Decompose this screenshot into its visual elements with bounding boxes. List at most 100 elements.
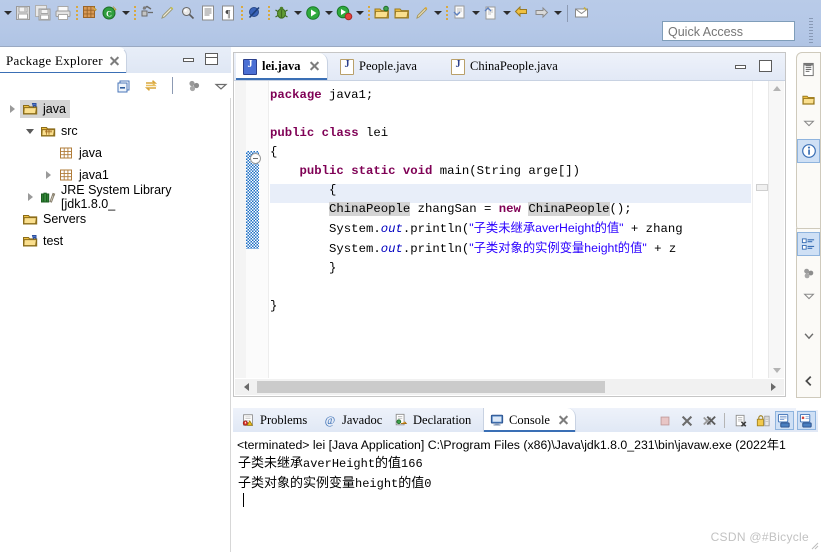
edit-icon[interactable] — [412, 2, 432, 24]
package-explorer-maximize-button[interactable] — [205, 53, 219, 65]
tree-twisty-right-icon[interactable] — [40, 167, 56, 183]
open-type-icon[interactable] — [198, 2, 218, 24]
debug-dropdown-icon[interactable] — [292, 2, 303, 24]
quick-access-input[interactable] — [662, 21, 795, 41]
console-tab-problems[interactable]: Problems — [235, 408, 313, 432]
search-icon[interactable] — [178, 2, 198, 24]
tree-item-src[interactable]: src — [0, 120, 230, 142]
view-menu-chevron-icon[interactable] — [211, 75, 231, 97]
link-with-editor-icon[interactable] — [141, 75, 161, 97]
editor-tab-people-java[interactable]: People.java — [333, 53, 424, 80]
scroll-lock-button[interactable] — [753, 411, 772, 430]
last-edit-location-icon[interactable] — [572, 2, 592, 24]
package-explorer-minimize-button[interactable] — [182, 53, 196, 65]
editor-console-sash[interactable] — [233, 399, 796, 405]
restore-chevron-icon[interactable] — [797, 111, 820, 135]
external-dropdown-icon[interactable] — [354, 2, 365, 24]
tree-twisty-right-icon[interactable] — [4, 101, 20, 117]
edit-dropdown-icon[interactable] — [432, 2, 443, 24]
next-annotation-dropdown-icon[interactable] — [470, 2, 481, 24]
new-java-package-icon[interactable] — [80, 2, 100, 24]
toolbar-dropdown-left[interactable] — [2, 2, 13, 24]
outline-view-icon[interactable] — [797, 57, 820, 81]
tree-twisty-right-icon[interactable] — [22, 189, 38, 205]
editor-tab-chinapeople-java[interactable]: ChinaPeople.java — [444, 53, 565, 80]
open-folder-icon[interactable] — [372, 2, 392, 24]
console-tab-javadoc[interactable]: @ Javadoc — [317, 408, 388, 432]
terminate-button[interactable] — [655, 411, 674, 430]
tree-item-content[interactable]: test — [20, 232, 67, 250]
paragraph-icon[interactable]: ¶ — [218, 2, 238, 24]
debug-icon[interactable] — [272, 2, 292, 24]
menu-chevron-icon[interactable] — [797, 284, 820, 308]
close-icon[interactable] — [558, 415, 569, 426]
package-explorer-tree[interactable]: java src java java1 JRE System Library [jdk1… — [0, 98, 231, 552]
editor-horizontal-scrollbar[interactable] — [235, 379, 784, 395]
skip-breakpoints-icon[interactable] — [245, 2, 265, 24]
tree-item-content[interactable]: java — [20, 100, 70, 118]
close-icon[interactable] — [309, 61, 320, 72]
information-view-icon[interactable] — [797, 139, 820, 163]
run-icon[interactable] — [303, 2, 323, 24]
console-tab-declaration[interactable]: Declaration — [388, 408, 477, 432]
collapse-all-icon[interactable] — [114, 75, 134, 97]
close-icon[interactable] — [109, 56, 120, 67]
back-icon[interactable] — [512, 2, 532, 24]
save-all-icon[interactable] — [33, 2, 53, 24]
editor-vertical-scrollbar[interactable] — [768, 81, 784, 378]
editor-minimize-button[interactable] — [734, 60, 748, 72]
remove-all-terminated-button[interactable] — [699, 411, 718, 430]
display-selected-console-button[interactable] — [797, 411, 816, 430]
refactor-icon[interactable] — [138, 2, 158, 24]
tab-package-explorer[interactable]: Package Explorer — [0, 47, 127, 74]
view-menu-icon[interactable] — [797, 261, 820, 285]
editor-overview-ruler[interactable] — [752, 81, 769, 378]
save-icon[interactable] — [13, 2, 33, 24]
scroll-down-icon[interactable] — [769, 363, 784, 378]
outline-tree-icon[interactable] — [797, 232, 820, 256]
tree-item-content[interactable]: Servers — [20, 210, 90, 228]
task-list-icon[interactable] — [797, 87, 820, 111]
tree-item-java[interactable]: java — [0, 142, 230, 164]
fold-collapse-icon[interactable] — [250, 153, 261, 164]
next-annotation-icon[interactable] — [450, 2, 470, 24]
scroll-down-chevron-icon[interactable] — [797, 324, 820, 348]
print-icon[interactable] — [53, 2, 73, 24]
scroll-up-icon[interactable] — [769, 81, 784, 96]
toolbar-drag-handle[interactable] — [809, 18, 813, 44]
view-menu-icon[interactable] — [184, 75, 204, 97]
scroll-left-icon[interactable] — [237, 379, 255, 395]
run-external-icon[interactable] — [334, 2, 354, 24]
clear-console-button[interactable] — [731, 411, 750, 430]
dropdown-icon[interactable] — [120, 2, 131, 24]
tree-item-jre-system-library-jdk1-8-0[interactable]: JRE System Library [jdk1.8.0_ — [0, 183, 230, 211]
resize-grip[interactable] — [809, 540, 819, 550]
code-keyword-class: class — [321, 126, 359, 140]
tree-item-java[interactable]: java — [0, 98, 230, 120]
overview-marker[interactable] — [756, 184, 768, 191]
quick-fix-icon[interactable] — [158, 2, 178, 24]
pin-console-button[interactable] — [775, 411, 794, 430]
tree-item-content[interactable]: java — [56, 144, 106, 162]
tree-twisty-down-icon[interactable] — [22, 123, 38, 139]
new-java-class-icon[interactable]: C — [100, 2, 120, 24]
run-dropdown-icon[interactable] — [323, 2, 334, 24]
remove-launch-button[interactable] — [677, 411, 696, 430]
forward-icon[interactable] — [532, 2, 552, 24]
tree-item-test[interactable]: test — [0, 230, 230, 252]
console-tab-console[interactable]: Console — [483, 408, 576, 432]
scroll-right-icon[interactable] — [764, 379, 782, 395]
previous-annotation-icon[interactable] — [481, 2, 501, 24]
editor-maximize-button[interactable] — [759, 60, 773, 72]
open-resource-icon[interactable] — [392, 2, 412, 24]
tree-item-content[interactable]: src — [38, 122, 82, 140]
previous-annotation-dropdown-icon[interactable] — [501, 2, 512, 24]
console-output-text: 子类对象的实例变量 — [238, 475, 356, 490]
forward-dropdown-icon[interactable] — [552, 2, 563, 24]
tree-item-content[interactable]: JRE System Library [jdk1.8.0_ — [38, 182, 230, 212]
editor-code-area[interactable]: package java1; public class lei { public… — [270, 81, 751, 378]
editor-tab-lei-java[interactable]: lei.java — [236, 53, 328, 80]
horizontal-scroll-thumb[interactable] — [257, 381, 605, 393]
restore-left-chevron-icon[interactable] — [797, 369, 820, 393]
